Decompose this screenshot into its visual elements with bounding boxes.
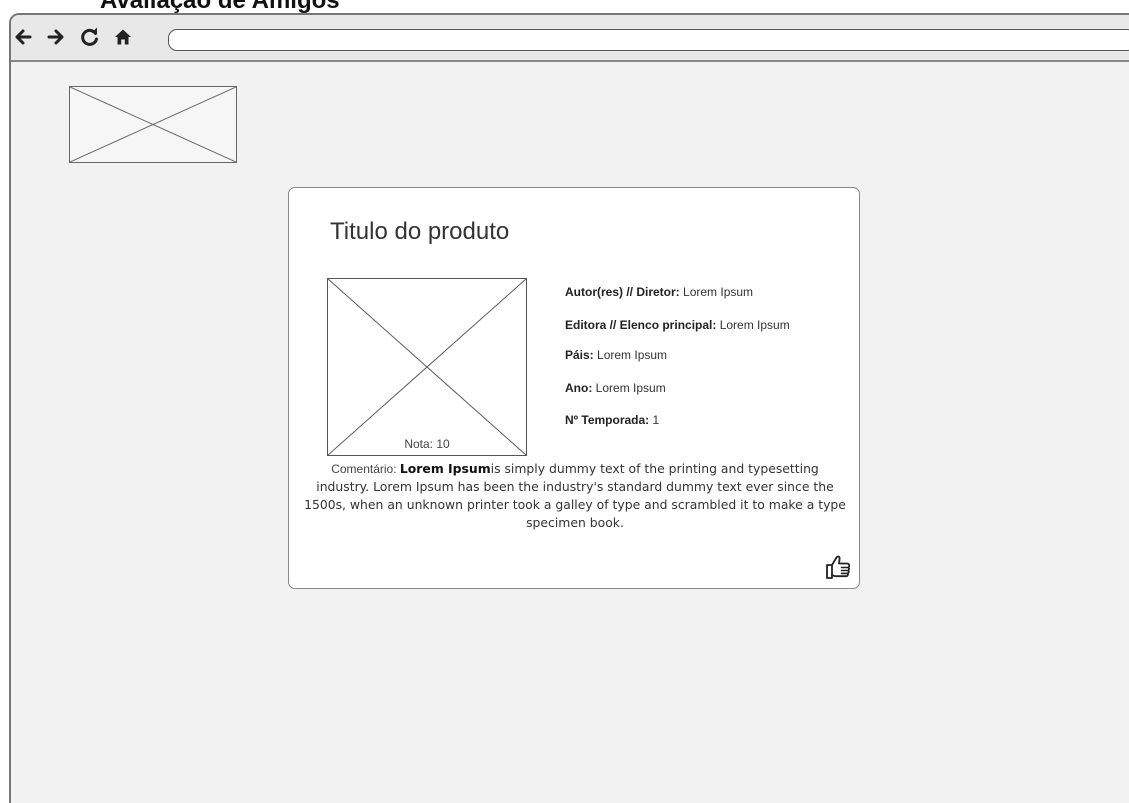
detail-label: Ano: bbox=[565, 381, 593, 395]
logo-image-placeholder bbox=[69, 86, 237, 163]
detail-value: Lorem Ipsum bbox=[719, 318, 790, 332]
detail-value: Lorem Ipsum bbox=[683, 285, 754, 299]
reload-button[interactable] bbox=[78, 25, 102, 49]
like-button[interactable] bbox=[821, 550, 855, 584]
product-title: Titulo do produto bbox=[330, 218, 510, 245]
reload-icon bbox=[81, 27, 98, 46]
arrow-right-icon bbox=[47, 29, 64, 45]
browser-toolbar bbox=[11, 15, 1129, 62]
product-image-placeholder bbox=[327, 278, 527, 456]
product-card: Titulo do produto Autor(res) // Diretor:… bbox=[288, 187, 860, 589]
detail-value: Lorem Ipsum bbox=[597, 348, 668, 362]
detail-label: Autor(res) // Diretor: bbox=[565, 285, 680, 299]
detail-publisher: Editora // Elenco principal: Lorem Ipsum bbox=[565, 318, 790, 332]
detail-value: 1 bbox=[652, 413, 660, 427]
detail-year: Ano: Lorem Ipsum bbox=[565, 381, 666, 395]
address-bar[interactable] bbox=[168, 29, 1129, 51]
forward-button[interactable] bbox=[44, 25, 68, 49]
comment-bold-text: Lorem Ipsum bbox=[399, 461, 491, 476]
home-button[interactable] bbox=[111, 25, 135, 49]
arrow-left-icon bbox=[15, 29, 32, 45]
detail-country: Páis: Lorem Ipsum bbox=[565, 348, 667, 362]
detail-value: Lorem Ipsum bbox=[595, 381, 666, 395]
detail-label: Páis: bbox=[565, 348, 594, 362]
rating-label: Nota: 10 bbox=[404, 437, 450, 451]
browser-window: Titulo do produto Autor(res) // Diretor:… bbox=[9, 13, 1129, 803]
detail-season: Nº Temporada: 1 bbox=[565, 413, 659, 427]
detail-label: Editora // Elenco principal: bbox=[565, 318, 717, 332]
detail-author: Autor(res) // Diretor: Lorem Ipsum bbox=[565, 285, 753, 299]
back-button[interactable] bbox=[11, 25, 35, 49]
thumbs-up-icon bbox=[826, 555, 851, 579]
comment: Comentário: Lorem Ipsumis simply dummy t… bbox=[303, 460, 847, 532]
home-icon bbox=[115, 29, 131, 45]
detail-label: Nº Temporada: bbox=[565, 413, 650, 427]
comment-label: Comentário: bbox=[331, 462, 400, 476]
